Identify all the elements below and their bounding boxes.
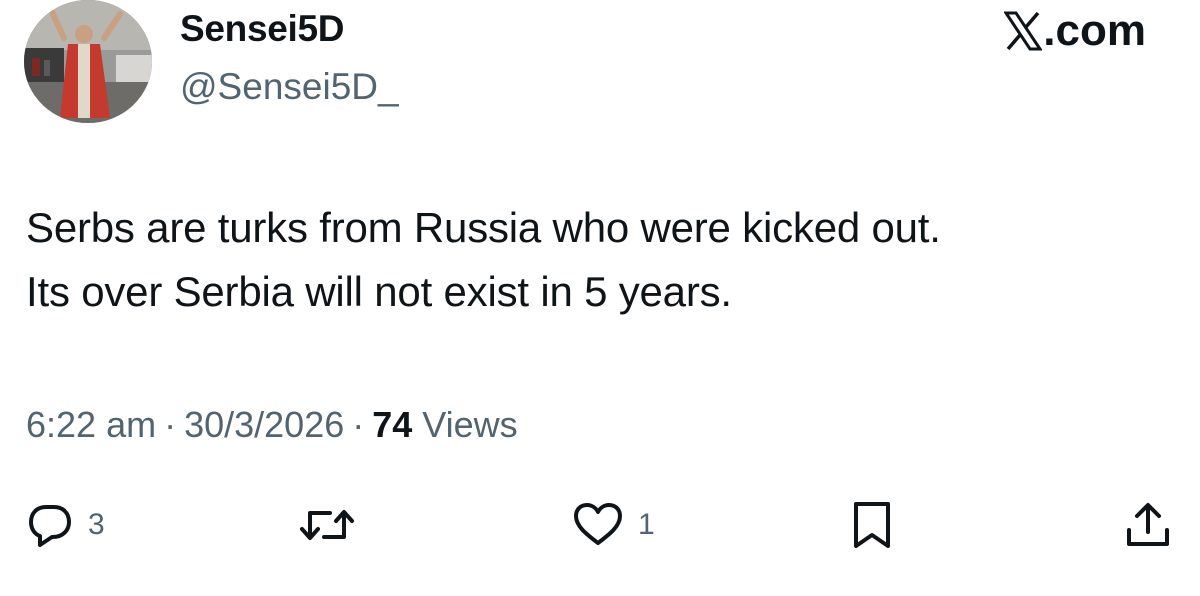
brand-watermark: .com (1003, 6, 1146, 56)
separator-dot: · (164, 404, 177, 445)
reply-icon (29, 505, 71, 547)
x-logo-icon (1003, 11, 1044, 51)
action-bar: 3 1 (0, 490, 1200, 560)
avatar-image (24, 0, 152, 123)
tweet-date[interactable]: 30/3/2026 (184, 404, 344, 445)
retweet-button[interactable] (298, 490, 370, 560)
share-icon (1127, 503, 1169, 546)
views-label: Views (422, 404, 518, 445)
reply-button[interactable]: 3 (26, 490, 105, 560)
like-count: 1 (638, 508, 655, 541)
heart-icon (574, 503, 622, 545)
tweet-text: Serbs are turks from Russia who were kic… (26, 196, 1176, 324)
tweet-line: Its over Serbia will not exist in 5 year… (26, 268, 732, 315)
retweet-icon (300, 510, 354, 540)
bookmark-icon (854, 502, 890, 548)
views-count: 74 (372, 404, 413, 445)
avatar[interactable] (24, 0, 152, 123)
bookmark-button[interactable] (850, 490, 894, 560)
user-handle[interactable]: @Sensei5D_ (180, 66, 399, 108)
display-name[interactable]: Sensei5D (180, 8, 345, 50)
like-button[interactable]: 1 (572, 490, 655, 560)
share-button[interactable] (1124, 490, 1172, 560)
tweet-time[interactable]: 6:22 am (26, 404, 156, 445)
tweet-line: Serbs are turks from Russia who were kic… (26, 204, 941, 251)
separator-dot: · (352, 404, 365, 445)
tweet-meta: 6:22 am · 30/3/2026 · 74 Views (26, 404, 518, 446)
reply-count: 3 (88, 508, 105, 541)
brand-text: .com (1043, 6, 1146, 55)
